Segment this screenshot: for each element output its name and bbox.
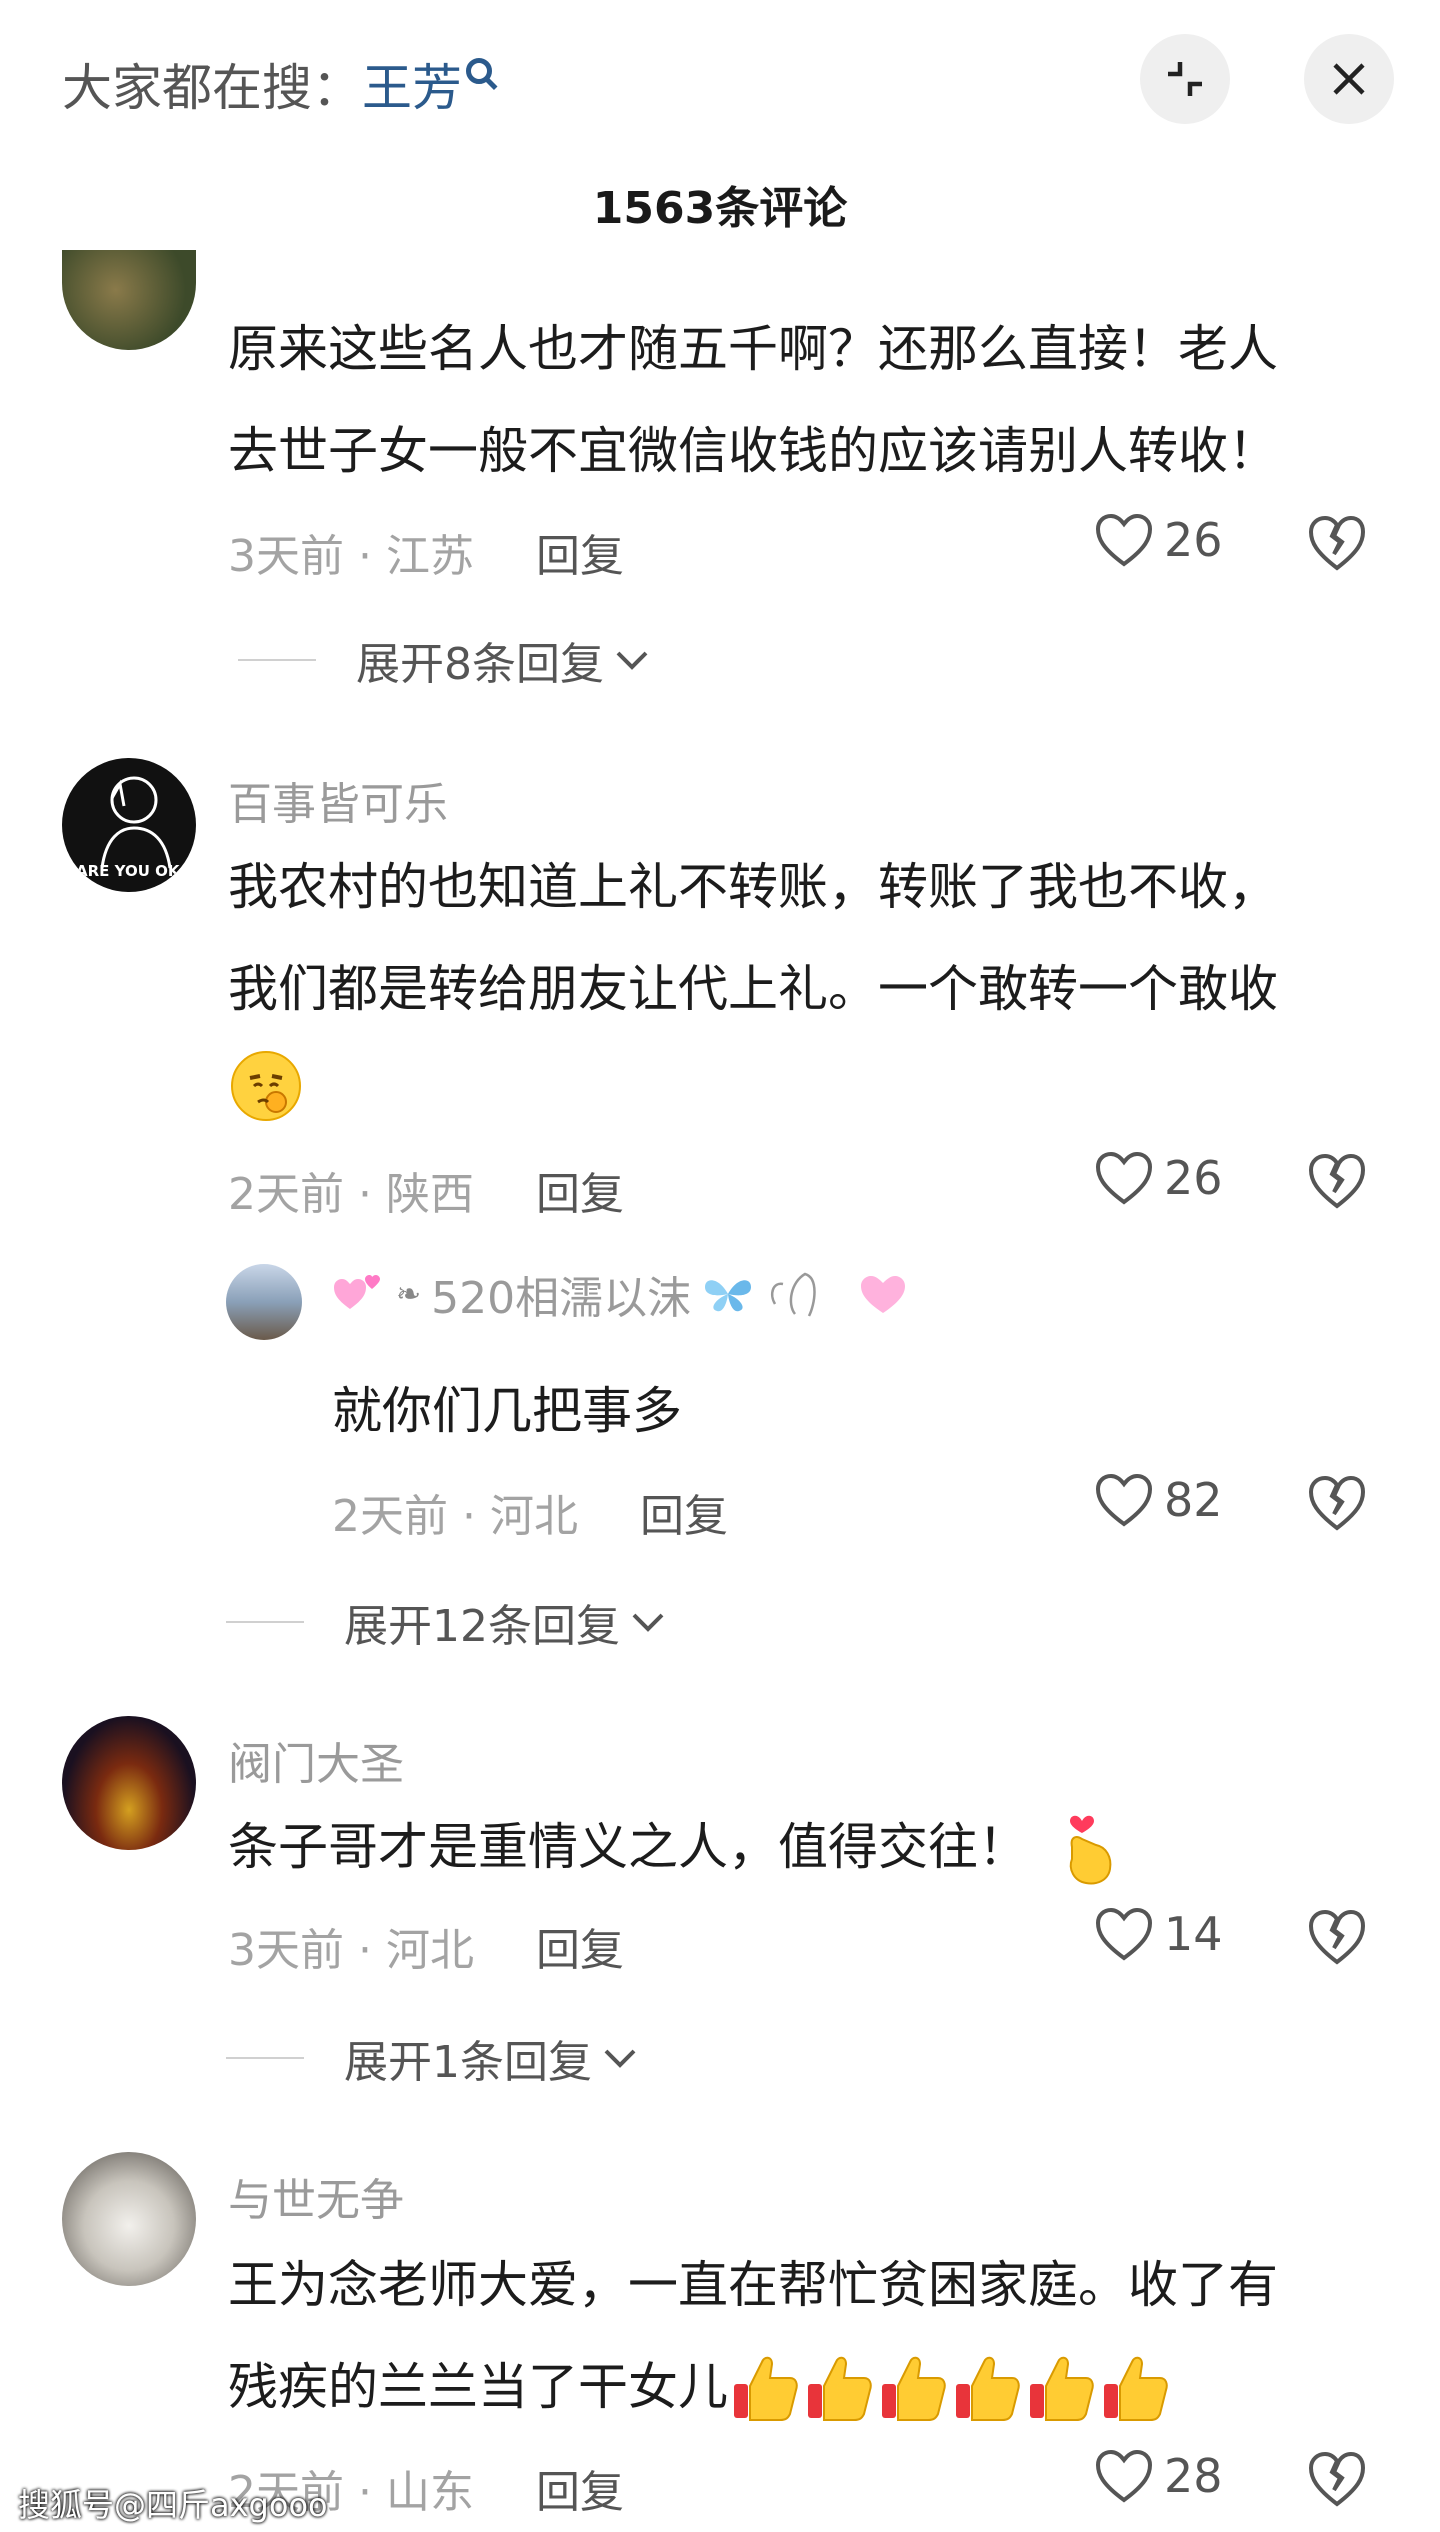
dislike-button[interactable] <box>1306 1906 1368 1968</box>
avatar[interactable] <box>226 1264 302 1340</box>
divider <box>226 2057 304 2059</box>
like-button[interactable]: 14 <box>1094 1906 1223 1962</box>
finger-heart-emoji-icon <box>1069 1815 1112 1885</box>
search-keyword[interactable]: 王芳 <box>362 59 462 117</box>
expand-replies-button[interactable]: 展开8条回复 <box>238 628 652 692</box>
reply-button[interactable]: 回复 <box>536 520 624 584</box>
dislike-button[interactable] <box>1306 1472 1368 1534</box>
reply-button[interactable]: 回复 <box>536 1914 624 1978</box>
divider <box>226 1621 304 1623</box>
expand-label: 展开12条回复 <box>344 1601 620 1652</box>
collapse-icon <box>1168 62 1202 96</box>
hearts-emoji-icon <box>861 1276 906 1313</box>
sub-reply-username[interactable]: ❧ 520相濡以沫 <box>330 1262 911 1326</box>
heart-icon <box>1095 1907 1153 1961</box>
emoji-thinking <box>228 1048 304 1124</box>
thumbs-up-icon <box>956 2356 1020 2421</box>
thumbs-up-icon <box>734 2356 798 2421</box>
comment-text: 残疾的兰兰当了干女儿 <box>228 2358 728 2416</box>
comment-text: 我农村的也知道上礼不转账，转账了我也不收， <box>228 858 1278 916</box>
search-suggestion[interactable]: 大家都在搜：王芳 <box>62 48 492 120</box>
expand-label: 展开1条回复 <box>344 2037 592 2088</box>
comment-text: 我们都是转给朋友让代上礼。一个敢转一个敢收 <box>228 960 1278 1018</box>
reply-button[interactable]: 回复 <box>536 1158 624 1222</box>
like-button[interactable]: 26 <box>1094 1150 1223 1206</box>
chevron-down-icon <box>632 1613 664 1632</box>
expand-replies-button[interactable]: 展开12条回复 <box>226 1590 668 1654</box>
heart-icon <box>1095 2449 1153 2503</box>
comment-text: 王为念老师大爱，一直在帮忙贫困家庭。收了有 <box>228 2256 1278 2314</box>
like-button[interactable]: 82 <box>1094 1472 1223 1528</box>
heart-icon <box>1095 513 1153 567</box>
thumbs-up-icon <box>882 2356 946 2421</box>
comment-text-row: 条子哥才是重情义之人，值得交往！ <box>228 1796 1122 1898</box>
avatar[interactable] <box>62 250 196 350</box>
thumbs-up-icon <box>808 2356 872 2421</box>
like-count: 26 <box>1164 1151 1223 1205</box>
heart-icon <box>1095 1473 1153 1527</box>
like-count: 14 <box>1164 1907 1223 1961</box>
like-button[interactable]: 26 <box>1094 512 1223 568</box>
username: 520相濡以沫 <box>431 1273 692 1324</box>
like-count: 28 <box>1164 2449 1223 2503</box>
thumbs-up-icon <box>1030 2356 1094 2421</box>
like-count: 26 <box>1164 513 1223 567</box>
reply-button[interactable]: 回复 <box>536 2456 624 2520</box>
chevron-down-icon <box>604 2049 636 2068</box>
avatar[interactable] <box>62 2152 196 2286</box>
username[interactable]: 与世无争 <box>228 2164 404 2228</box>
leaf-ornament: ❧ <box>396 1276 422 1312</box>
avatar-caption: ARE YOU OK <box>76 862 181 880</box>
chevron-down-icon <box>616 651 648 670</box>
top-bar: 大家都在搜：王芳 <box>0 0 1440 170</box>
comment-meta: 2天前 · 陕西 <box>228 1169 474 1220</box>
username[interactable]: 百事皆可乐 <box>228 768 448 832</box>
close-icon <box>1333 63 1365 95</box>
expand-label: 展开8条回复 <box>356 639 604 690</box>
thumbs-up-emoji-row <box>730 2350 1174 2424</box>
comment-text: 原来这些名人也才随五千啊？还那么直接！老人 <box>228 320 1278 378</box>
divider <box>238 659 316 661</box>
like-button[interactable]: 28 <box>1094 2448 1223 2504</box>
avatar[interactable]: ARE YOU OK <box>62 758 196 892</box>
expand-replies-button[interactable]: 展开1条回复 <box>226 2026 640 2090</box>
reply-button[interactable]: 回复 <box>640 1480 728 1544</box>
like-count: 82 <box>1164 1473 1223 1527</box>
comment-text-row: 残疾的兰兰当了干女儿 <box>228 2336 1174 2438</box>
dislike-button[interactable] <box>1306 512 1368 574</box>
comment-count: 1563条评论 <box>592 183 848 234</box>
search-icon <box>466 58 492 84</box>
heart-icon <box>1095 1151 1153 1205</box>
username[interactable]: 阀门大圣 <box>228 1728 404 1792</box>
thumbs-up-icon <box>1104 2356 1168 2421</box>
reply-text: 就你们几把事多 <box>332 1382 682 1440</box>
butterfly-icon <box>705 1280 752 1312</box>
reply-meta: 2天前 · 河北 <box>332 1491 578 1542</box>
avatar[interactable] <box>62 1716 196 1850</box>
avatar-illustration: ARE YOU OK <box>76 776 181 880</box>
comment-text: 条子哥才是重情义之人，值得交往！ <box>228 1818 1028 1876</box>
close-button[interactable] <box>1304 34 1394 124</box>
comment-text: 去世子女一般不宜微信收钱的应该请别人转收！ <box>228 422 1278 480</box>
dislike-button[interactable] <box>1306 2448 1368 2510</box>
comment-meta: 3天前 · 江苏 <box>228 531 474 582</box>
collapse-button[interactable] <box>1140 34 1230 124</box>
comment-meta: 3天前 · 河北 <box>228 1925 474 1976</box>
watermark: 搜狐号@四斤axgooo <box>18 2486 328 2524</box>
doodle-icon <box>771 1272 816 1317</box>
dislike-button[interactable] <box>1306 1150 1368 1212</box>
search-prefix: 大家都在搜： <box>62 59 362 117</box>
hearts-emoji-icon <box>334 1275 380 1309</box>
